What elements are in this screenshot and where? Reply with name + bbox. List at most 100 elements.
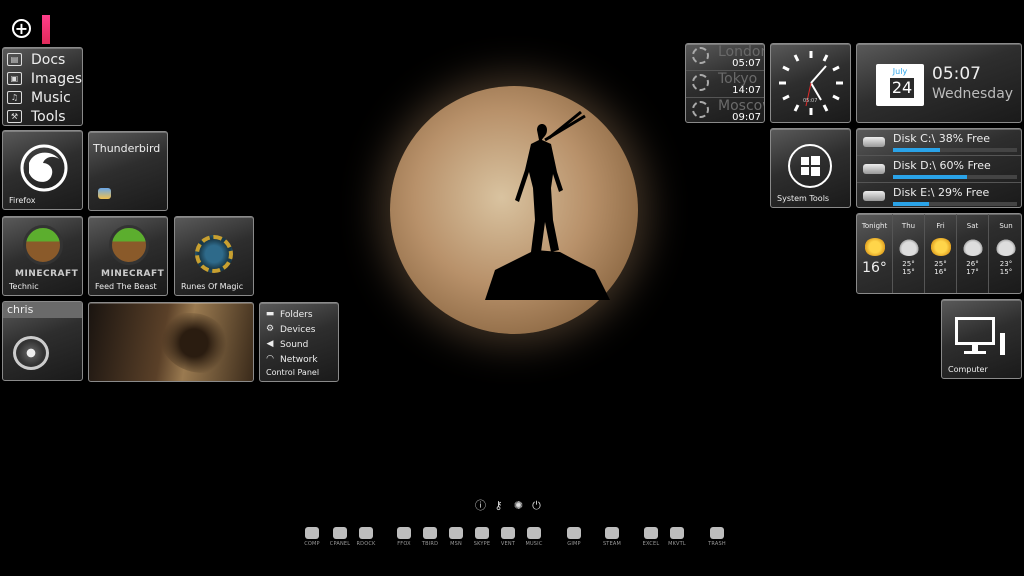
technic-label: Technic [9, 282, 39, 291]
toolbox-icon: ⚒ [7, 110, 22, 123]
dock-item-ffox[interactable]: FFOX [390, 527, 418, 547]
minecraft-logo: MINECRAFT [15, 269, 79, 279]
clock-tokyo: Tokyo 14:07 [686, 71, 764, 98]
windows-logo-icon [788, 144, 832, 188]
accent-color-bar[interactable] [42, 15, 50, 44]
dock-item-label: SKYPE [473, 541, 491, 547]
dock-item-label: STEAM [602, 541, 622, 547]
weather-tile[interactable]: Tonight 16° Thu 25° 15° Fri 25° 16° Sat 26° 17… [856, 213, 1022, 294]
weather-tonight: Tonight 16° [857, 214, 893, 293]
dock-item-comp[interactable]: COMP [298, 527, 326, 547]
computer-label: Computer [948, 365, 988, 374]
cpanel-icon [333, 527, 347, 539]
docs-link[interactable]: ▤ Docs [3, 50, 82, 69]
dock-item-label: GIMP [567, 541, 581, 547]
folder-icon: ▬ [265, 309, 275, 319]
user-tile[interactable]: chris [2, 301, 83, 381]
power-icon[interactable]: ⏻ [531, 500, 542, 511]
sun-icon [929, 238, 952, 256]
sound-link[interactable]: ◀ Sound [260, 337, 338, 352]
trash-icon [710, 527, 724, 539]
key-icon[interactable]: ⚷ [493, 500, 504, 511]
dock-item-vent[interactable]: VENT [494, 527, 522, 547]
excel-icon [644, 527, 658, 539]
dock-item-rdock[interactable]: RDOCK [352, 527, 380, 547]
system-tools-tile[interactable]: System Tools [770, 128, 851, 208]
mkvtl-icon [670, 527, 684, 539]
disk-e: Disk E:\ 29% Free [857, 183, 1021, 207]
dock-item-tbird[interactable]: TBIRD [416, 527, 444, 547]
weather-day: Thu 25° 15° [893, 214, 925, 293]
dock-item-mkvtl[interactable]: MKVTL [663, 527, 691, 547]
silhouette-wallpaper [485, 110, 610, 300]
dock-item-label: RDOCK [356, 541, 376, 547]
clock-moscow: Moscow09:07 [686, 98, 764, 122]
music-link[interactable]: ♫ Music [3, 88, 82, 107]
thunderbird-label: Thunderbird [93, 142, 161, 155]
images-link[interactable]: ▣ Images [3, 69, 82, 88]
dock-item-label: TBIRD [421, 541, 439, 547]
tbird-icon [423, 527, 437, 539]
skype-icon [475, 527, 489, 539]
sun-icon [863, 238, 886, 256]
cloud-icon [897, 238, 920, 256]
dock-item-msn[interactable]: MSN [442, 527, 470, 547]
sleep-icon[interactable]: ✺ [513, 500, 524, 511]
dock-item-skype[interactable]: SKYPE [468, 527, 496, 547]
system-tools-label: System Tools [777, 194, 830, 203]
analog-clock-tile[interactable]: 05:07 [770, 43, 851, 123]
calendar-time: 05:07 [932, 64, 981, 84]
runes-of-magic-tile[interactable]: Runes Of Magic [174, 216, 254, 296]
feed-the-beast-label: Feed The Beast [95, 282, 157, 291]
disk-usage-tile[interactable]: Disk C:\ 38% Free Disk D:\ 60% Free Disk… [856, 128, 1022, 208]
dock-item-trash[interactable]: TRASH [703, 527, 731, 547]
speaker-icon: ◀ [266, 339, 274, 349]
folder-icon: ▤ [7, 53, 22, 66]
computer-tile[interactable]: Computer [941, 299, 1022, 379]
dock-item-label: MUSIC [525, 541, 543, 547]
world-clock-tile[interactable]: London05:07 Tokyo14:07 Moscow09:07 [685, 43, 765, 123]
minecraft-block-icon [23, 225, 63, 265]
dock-item-steam[interactable]: STEAM [598, 527, 626, 547]
ffox-icon [397, 527, 411, 539]
calendar-tile[interactable]: July 24 05:07 Wednesday [856, 43, 1022, 123]
dock-item-cpanel[interactable]: CPANEL [326, 527, 354, 547]
tools-link[interactable]: ⚒ Tools [3, 107, 82, 125]
runes-of-magic-icon [195, 235, 233, 273]
control-panel-tile[interactable]: ▬ Folders ⚙ Devices ◀ Sound ◠ Network Contro… [259, 302, 339, 382]
music-icon: ♫ [7, 91, 22, 104]
add-tile-button[interactable]: + [12, 19, 31, 38]
network-link[interactable]: ◠ Network [260, 352, 338, 367]
cloud-icon [961, 238, 984, 256]
minecraft-logo: MINECRAFT [101, 269, 165, 279]
clock-london: London 05:07 [686, 44, 764, 71]
devices-link[interactable]: ⚙ Devices [260, 322, 338, 337]
firefox-icon [20, 144, 68, 192]
dock-item-gimp[interactable]: GIMP [560, 527, 588, 547]
analog-clock-face [779, 51, 843, 115]
thunderbird-tile[interactable]: Thunderbird [88, 131, 168, 211]
info-icon[interactable]: ⓘ [475, 500, 486, 511]
dock-item-label: MSN [450, 541, 462, 547]
thunderbird-icon [98, 188, 111, 199]
wifi-icon: ◠ [266, 354, 274, 364]
cloud-icon [995, 238, 1017, 256]
clock-icon [692, 74, 709, 91]
dock-item-music[interactable]: MUSIC [520, 527, 548, 547]
dock-item-label: TRASH [708, 541, 726, 547]
disk-c: Disk C:\ 38% Free [857, 129, 1021, 156]
folders-link[interactable]: ▬ Folders [260, 307, 338, 322]
music-icon [527, 527, 541, 539]
firefox-tile[interactable]: Firefox [2, 130, 83, 210]
weather-day: Sun 23° 15° [989, 214, 1021, 293]
dock-item-excel[interactable]: EXCEL [637, 527, 665, 547]
feed-the-beast-tile[interactable]: MINECRAFT Feed The Beast [88, 216, 168, 296]
hard-drive-icon [863, 191, 885, 201]
picture-tile[interactable] [88, 302, 254, 382]
image-icon: ▣ [7, 72, 22, 85]
calendar-weekday: Wednesday [932, 86, 1014, 102]
clock-icon [692, 47, 709, 64]
technic-tile[interactable]: MINECRAFT Technic [2, 216, 83, 296]
weather-day: Fri 25° 16° [925, 214, 957, 293]
dragon-artwork [159, 313, 229, 373]
